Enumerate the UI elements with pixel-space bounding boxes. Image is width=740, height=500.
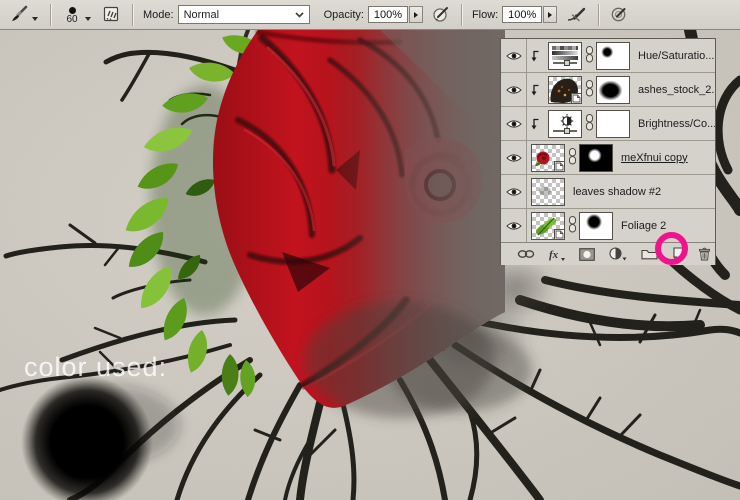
layer-row-mexfnui-copy[interactable]: meXfnui copy <box>501 141 715 175</box>
smart-object-badge-icon <box>554 160 565 172</box>
visibility-toggle[interactable] <box>501 175 527 208</box>
brush-preset-picker[interactable]: 60 <box>59 5 85 25</box>
opacity-slider-button[interactable] <box>408 6 423 23</box>
layer-row-brightness-contrast[interactable]: Brightness/Co... <box>501 107 715 141</box>
mask-link-icon[interactable] <box>585 45 594 66</box>
brush-tip-preview <box>68 6 76 14</box>
new-adjustment-layer-icon <box>609 247 627 261</box>
layer-thumbnail-rose[interactable] <box>531 143 565 172</box>
link-layers-icon <box>517 250 535 258</box>
mask-link-icon[interactable] <box>585 113 594 134</box>
layer-thumbnail-foliage[interactable] <box>531 211 565 240</box>
layer-name[interactable]: ashes_stock_2... <box>638 84 715 96</box>
visibility-toggle[interactable] <box>501 39 527 72</box>
smart-object-badge-icon <box>554 228 565 240</box>
brush-panel-icon <box>103 6 119 22</box>
layer-row-hue-saturation[interactable]: Hue/Saturatio... <box>501 39 715 73</box>
new-group-button[interactable] <box>641 248 658 260</box>
layer-row-foliage-2[interactable]: Foliage 2 <box>501 209 715 243</box>
smart-object-badge-icon <box>571 92 582 104</box>
brightness-icon <box>560 113 574 128</box>
brush-size-value: 60 <box>66 13 78 25</box>
flow-input[interactable] <box>502 6 543 23</box>
blend-mode-select[interactable]: Normal <box>177 5 310 24</box>
visibility-toggle[interactable] <box>501 107 527 140</box>
options-bar: 60 Mode: Normal Opacity: 100% Flow: 100% <box>0 0 740 30</box>
brush-tool-dropdown-arrow[interactable] <box>32 16 38 21</box>
clipping-mask-icon <box>527 50 542 62</box>
brush-tool-button[interactable] <box>6 2 42 27</box>
flow-label: Flow: <box>471 8 499 21</box>
layer-mask-thumbnail[interactable] <box>579 211 613 240</box>
layer-mask-thumbnail[interactable] <box>579 143 613 172</box>
new-layer-button[interactable] <box>671 247 684 261</box>
adjustment-thumbnail-brightness-contrast[interactable] <box>548 109 582 138</box>
eye-icon <box>505 51 522 60</box>
layer-row-leaves-shadow[interactable]: leaves shadow #2 <box>501 175 715 209</box>
eye-icon <box>505 119 522 128</box>
adjustment-thumbnail-hue-saturation[interactable] <box>548 41 582 70</box>
opacity-label: Opacity: <box>323 8 364 21</box>
delete-layer-button[interactable] <box>698 247 711 261</box>
chevron-down-icon <box>295 11 304 18</box>
layer-styles-fx-icon: fx <box>549 249 565 261</box>
layer-mask-thumbnail[interactable] <box>596 109 630 138</box>
add-layer-mask-icon <box>579 247 596 261</box>
mask-link-icon[interactable] <box>568 147 577 168</box>
visibility-toggle[interactable] <box>501 73 527 106</box>
layer-name[interactable]: Hue/Saturatio... <box>638 50 714 62</box>
new-layer-icon <box>673 247 684 261</box>
layers-panel-footer: fx <box>501 243 715 265</box>
layer-styles-button[interactable]: fx <box>549 248 566 261</box>
link-layers-button[interactable] <box>517 249 535 259</box>
opacity-pressure-icon[interactable] <box>429 5 453 24</box>
layer-mask-thumbnail[interactable] <box>596 41 630 70</box>
blend-mode-value: Normal <box>183 8 220 21</box>
brush-tool-icon <box>10 4 29 25</box>
layer-mask-thumbnail[interactable] <box>596 75 630 104</box>
flow-slider-button[interactable] <box>543 6 558 23</box>
layer-thumbnail-ashes[interactable] <box>548 75 582 104</box>
eye-icon <box>505 85 522 94</box>
photoshop-window: 60 Mode: Normal Opacity: 100% Flow: 100%… <box>0 0 740 500</box>
eye-icon <box>505 221 522 230</box>
toolbar-separator <box>50 3 51 26</box>
brush-preset-dropdown-arrow[interactable] <box>85 16 91 21</box>
opacity-input[interactable] <box>367 6 408 23</box>
add-layer-mask-button[interactable] <box>579 247 596 261</box>
eye-icon <box>505 153 522 162</box>
visibility-toggle[interactable] <box>501 209 527 242</box>
airbrush-toggle-icon[interactable] <box>563 6 590 24</box>
toolbar-separator <box>132 3 133 26</box>
clipping-mask-icon <box>527 118 542 130</box>
layer-name[interactable]: leaves shadow #2 <box>573 186 661 198</box>
layer-row-ashes-stock[interactable]: ashes_stock_2... <box>501 73 715 107</box>
clipping-mask-icon <box>527 84 542 96</box>
layer-name-active[interactable]: meXfnui copy <box>621 152 688 164</box>
layer-name[interactable]: Foliage 2 <box>621 220 666 232</box>
mask-link-icon[interactable] <box>585 79 594 100</box>
toolbar-separator <box>598 3 600 26</box>
new-group-folder-icon <box>641 249 658 260</box>
layers-panel: Hue/Saturatio... ashes_stock_2... Bright… <box>500 38 716 265</box>
flow-pressure-icon[interactable] <box>607 5 631 24</box>
toggle-brush-panel-button[interactable] <box>99 5 124 24</box>
trash-icon <box>698 247 710 261</box>
color-used-annotation: color used: <box>24 352 168 382</box>
mode-label: Mode: <box>143 8 174 21</box>
svg-text:fx: fx <box>549 249 559 261</box>
layer-name[interactable]: Brightness/Co... <box>638 118 715 130</box>
new-adjustment-layer-button[interactable] <box>609 247 627 261</box>
toolbar-separator <box>460 3 462 26</box>
visibility-toggle[interactable] <box>501 141 527 174</box>
eye-icon <box>505 187 522 196</box>
layer-thumbnail-leaves-shadow[interactable] <box>531 177 565 206</box>
mask-link-icon[interactable] <box>568 215 577 236</box>
